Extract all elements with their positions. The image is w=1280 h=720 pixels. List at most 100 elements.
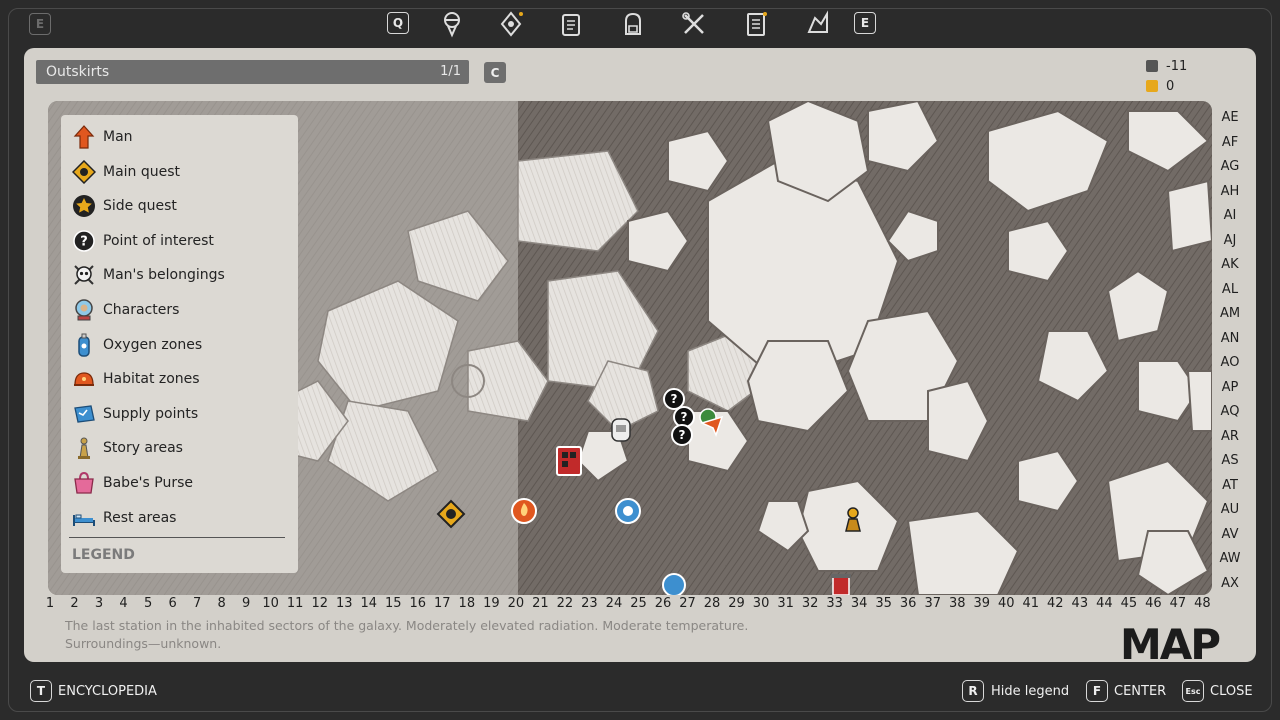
next-tab-key[interactable]: E — [854, 12, 876, 34]
center-key[interactable]: F — [1086, 680, 1108, 702]
grid-col-label: 31 — [777, 596, 794, 611]
radiation-value: 0 — [1166, 78, 1175, 94]
legend-item-habitat-zones: Habitat zones — [69, 364, 200, 394]
center-button[interactable]: CENTER — [1114, 684, 1166, 699]
location-page: 1/1 — [440, 64, 461, 79]
clipboard-icon[interactable] — [556, 9, 586, 39]
grid-row-labels: AE AF AG AH AI AJ AK AL AM AN AO AP AQ A… — [1216, 110, 1244, 600]
grid-col-label: 40 — [997, 596, 1015, 611]
character-icon[interactable] — [437, 9, 467, 39]
grid-row-label: AN — [1220, 330, 1240, 346]
bottom-action-bar: T ENCYCLOPEDIA R Hide legend F CENTER Es… — [0, 676, 1280, 706]
legend-item-mans-belongings: Man's belongings — [69, 260, 225, 290]
grid-col-label: 11 — [286, 596, 304, 611]
prev-tab-key[interactable]: Q — [387, 12, 409, 34]
grid-col-label: 28 — [703, 596, 721, 611]
grid-row-label: AW — [1219, 551, 1241, 566]
close-button[interactable]: CLOSE — [1210, 684, 1253, 699]
grid-col-label: 36 — [899, 596, 917, 611]
skull-icon — [69, 260, 99, 290]
grid-row-label: AH — [1220, 183, 1240, 199]
grid-col-label: 44 — [1096, 596, 1113, 611]
close-key[interactable]: Esc — [1182, 680, 1204, 702]
grid-col-label: 33 — [826, 596, 843, 611]
map-explorer-icon[interactable] — [803, 9, 833, 39]
encyclopedia-key[interactable]: T — [30, 680, 52, 702]
grid-row-label: AS — [1221, 453, 1239, 468]
grid-row-label: AF — [1221, 134, 1239, 150]
trash-can-marker[interactable] — [828, 571, 854, 595]
grid-col-label: 16 — [409, 596, 427, 611]
grid-col-label: 10 — [262, 596, 279, 611]
location-marker-icon[interactable] — [496, 9, 526, 39]
location-description: The last station in the inhabited sector… — [65, 618, 749, 651]
menu-key-hint[interactable]: E — [29, 13, 51, 35]
supply-machine-marker[interactable] — [554, 445, 584, 481]
hide-legend-key[interactable]: R — [962, 680, 984, 702]
grid-col-label: 15 — [384, 596, 402, 611]
grid-col-label: 48 — [1194, 596, 1211, 611]
grid-col-label: 21 — [532, 596, 549, 611]
grid-col-label: 34 — [850, 596, 868, 611]
grid-col-label: 5 — [143, 596, 153, 611]
grid-col-label: 26 — [654, 596, 672, 611]
cycle-location-key[interactable]: C — [484, 62, 506, 83]
story-area-marker[interactable] — [838, 505, 868, 539]
grid-col-label: 3 — [94, 596, 104, 611]
gear-marker[interactable] — [660, 571, 688, 595]
location-selector[interactable]: Outskirts 1/1 — [36, 60, 469, 84]
hide-legend-button[interactable]: Hide legend — [991, 684, 1069, 699]
encyclopedia-button[interactable]: ENCYCLOPEDIA — [58, 684, 157, 699]
grid-col-label: 2 — [70, 596, 79, 611]
grid-col-label: 46 — [1145, 596, 1162, 611]
grid-row-label: AT — [1222, 477, 1238, 493]
backpack-icon[interactable] — [618, 9, 648, 39]
legend-item-babes-purse: Babe's Purse — [69, 468, 193, 498]
radiation-icon — [1146, 80, 1158, 92]
grid-col-label: 45 — [1120, 596, 1138, 611]
grid-row-label: AP — [1221, 379, 1239, 395]
grid-row-label: AU — [1220, 502, 1240, 517]
grid-col-label: 43 — [1071, 596, 1089, 611]
main-quest-icon — [69, 157, 99, 187]
grid-row-label: AE — [1221, 110, 1239, 125]
grid-row-label: AO — [1220, 355, 1240, 370]
grid-col-label: 4 — [119, 596, 128, 611]
purse-icon — [69, 468, 99, 498]
location-name: Outskirts — [46, 64, 110, 80]
arrow-up-icon — [69, 122, 99, 152]
grid-row-label: AJ — [1223, 232, 1237, 248]
svg-text:?: ? — [80, 235, 88, 250]
grid-row-label: AR — [1221, 428, 1239, 444]
main-quest-marker[interactable] — [436, 499, 466, 533]
question-icon: ? — [69, 226, 99, 256]
gear-marker[interactable] — [612, 495, 644, 531]
grid-col-label: 42 — [1047, 596, 1064, 611]
grid-row-label: AG — [1220, 159, 1240, 174]
crossed-tools-icon[interactable] — [679, 9, 709, 39]
grid-col-label: 22 — [556, 596, 574, 611]
journal-icon[interactable] — [741, 9, 771, 39]
svg-text:?: ? — [671, 392, 678, 406]
legend-item-rest-areas: Rest areas — [69, 503, 176, 533]
poi-marker[interactable]: ? — [670, 423, 694, 451]
grid-col-label: 13 — [335, 596, 353, 611]
grid-row-label: AL — [1221, 281, 1239, 297]
oxygen-tank-icon — [69, 330, 99, 360]
player-arrow-marker[interactable] — [696, 407, 726, 441]
grid-col-label: 41 — [1022, 596, 1040, 611]
grid-col-label: 12 — [311, 596, 328, 611]
legend-item-supply-points: Supply points — [69, 399, 198, 429]
svg-text:?: ? — [679, 428, 686, 442]
grid-row-label: AK — [1221, 257, 1239, 272]
grid-col-label: 9 — [242, 596, 251, 611]
habitat-fire-marker[interactable] — [510, 497, 538, 529]
map-paper-panel: Outskirts 1/1 C -11 0 ? ? ? Man Main que… — [24, 48, 1256, 662]
legend-divider — [69, 537, 285, 538]
character-marker[interactable] — [606, 415, 636, 453]
grid-col-label: 27 — [679, 596, 696, 611]
temperature-value: -11 — [1166, 58, 1188, 74]
statue-icon — [69, 433, 99, 463]
grid-col-label: 25 — [630, 596, 647, 611]
thermometer-icon — [1146, 60, 1158, 72]
